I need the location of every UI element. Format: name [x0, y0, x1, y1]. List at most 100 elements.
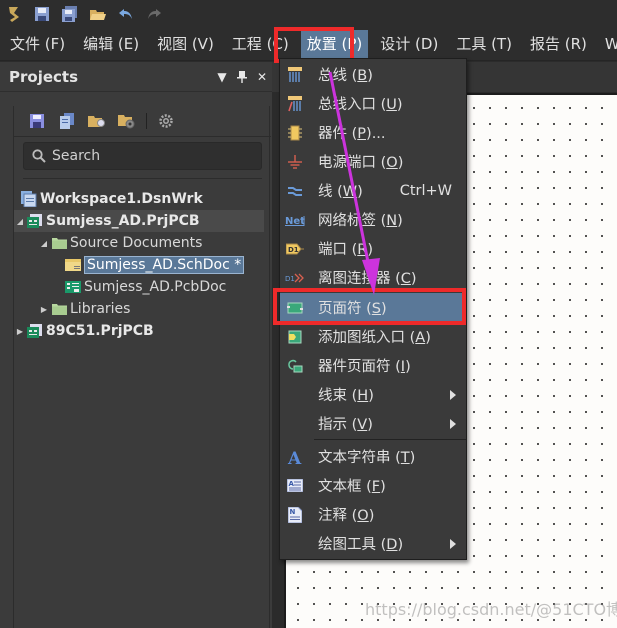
save-icon[interactable] — [22, 110, 52, 132]
tree-label: Workspace1.DsnWrk — [40, 191, 203, 207]
menu-item-text-frame[interactable]: A 文本框 (F) — [280, 471, 466, 500]
menu-item-power-port[interactable]: 电源端口 (O) — [280, 147, 466, 176]
menu-item-label: 离图连接器 (C) — [318, 271, 417, 287]
annotation-highlight-sheet-symbol — [273, 288, 466, 325]
menu-item-part[interactable]: 器件 (P)... — [280, 118, 466, 147]
open-folder-icon[interactable] — [84, 0, 112, 28]
menu-item-harness[interactable]: 线束 (H) — [280, 380, 466, 409]
save-all-icon[interactable] — [56, 0, 84, 28]
projects-panel: Projects ▼ ✕ Search Workspace1.DsnWrk ◢ … — [0, 62, 272, 628]
bus-icon — [280, 66, 310, 83]
menu-reports[interactable]: 报告 (R) — [524, 30, 593, 58]
tree-item-schdoc[interactable]: Sumjess_AD.SchDoc * — [64, 254, 245, 276]
svg-text:N: N — [290, 508, 296, 516]
undo-icon[interactable] — [112, 0, 140, 28]
schdoc-icon — [64, 257, 82, 273]
copy-docs-icon[interactable] — [52, 110, 82, 132]
menu-design[interactable]: 设计 (D) — [374, 30, 444, 58]
menu-tools[interactable]: 工具 (T) — [450, 30, 518, 58]
menu-item-label: 总线 (B) — [318, 68, 373, 84]
menu-item-text-string[interactable]: A 文本字符串 (T) — [280, 442, 466, 471]
search-divider — [23, 178, 262, 179]
svg-text:A: A — [289, 480, 295, 488]
net-label-icon: Net — [280, 214, 310, 226]
tree-item-project-sumjess[interactable]: ◢ Sumjess_AD.PrjPCB — [14, 210, 264, 232]
menu-item-label: 线 (W) — [318, 184, 363, 200]
menu-item-directives[interactable]: 指示 (V) — [280, 409, 466, 438]
search-placeholder: Search — [52, 148, 101, 164]
tree-item-pcbdoc[interactable]: Sumjess_AD.PcbDoc — [64, 276, 226, 298]
workspace-icon — [20, 191, 38, 207]
menu-item-bus[interactable]: 总线 (B) — [280, 60, 466, 89]
menu-item-drawing-tools[interactable]: 绘图工具 (D) — [280, 529, 466, 558]
bus-entry-icon — [280, 95, 310, 112]
folder-icon — [50, 301, 68, 317]
menu-item-label: 端口 (R) — [318, 242, 374, 258]
projects-panel-title: Projects — [9, 67, 79, 86]
search-folder-icon[interactable] — [82, 110, 112, 132]
close-icon[interactable]: ✕ — [252, 70, 272, 84]
menu-item-label: 指示 (V) — [318, 417, 373, 433]
menu-item-label: 线束 (H) — [318, 388, 374, 404]
tree-label: 89C51.PrjPCB — [46, 323, 154, 339]
menu-item-label: 器件页面符 (I) — [318, 359, 411, 375]
redo-icon[interactable] — [140, 0, 168, 28]
note-icon: N — [280, 506, 310, 523]
tree-item-source-documents[interactable]: ◢ Source Documents — [38, 232, 202, 254]
pin-icon[interactable] — [232, 70, 252, 83]
menu-item-label: 网络标签 (N) — [318, 213, 403, 229]
text-frame-icon: A — [280, 479, 310, 492]
tree-label: Sumjess_AD.PcbDoc — [84, 279, 227, 295]
save-icon[interactable] — [28, 0, 56, 28]
folder-settings-icon[interactable] — [112, 110, 142, 132]
gear-icon[interactable] — [151, 110, 181, 132]
svg-text:D1: D1 — [288, 246, 299, 254]
menu-item-port[interactable]: D1 端口 (R) — [280, 234, 466, 263]
menu-item-shortcut: Ctrl+W — [399, 182, 452, 199]
dropdown-icon[interactable]: ▼ — [212, 70, 232, 84]
svg-text:Net: Net — [285, 216, 305, 226]
collapsed-triangle-icon[interactable]: ▶ — [14, 327, 26, 336]
menu-item-bus-entry[interactable]: 总线入口 (U) — [280, 89, 466, 118]
menu-edit[interactable]: 编辑 (E) — [77, 30, 145, 58]
tree-item-libraries[interactable]: ▶ Libraries — [38, 298, 131, 320]
menu-item-label: 器件 (P)... — [318, 126, 386, 142]
projects-toolbar — [22, 106, 181, 136]
expanded-triangle-icon[interactable]: ◢ — [38, 239, 50, 248]
expanded-triangle-icon[interactable]: ◢ — [14, 217, 26, 226]
menu-window[interactable]: Window — [599, 30, 617, 58]
menu-view[interactable]: 视图 (V) — [151, 30, 220, 58]
menu-item-label: 电源端口 (O) — [318, 155, 404, 171]
menu-item-note[interactable]: N 注释 (O) — [280, 500, 466, 529]
part-icon — [280, 125, 310, 141]
panel-divider — [14, 136, 271, 137]
quick-access-toolbar — [0, 0, 617, 28]
collapsed-triangle-icon[interactable]: ▶ — [38, 305, 50, 314]
tree-item-workspace[interactable]: Workspace1.DsnWrk — [20, 188, 203, 210]
sheet-entry-icon — [280, 330, 310, 344]
menu-item-net-label[interactable]: Net 网络标签 (N) — [280, 205, 466, 234]
menu-file[interactable]: 文件 (F) — [4, 30, 71, 58]
tree-label: Sumjess_AD.SchDoc * — [84, 256, 245, 274]
submenu-arrow-icon — [450, 538, 456, 549]
text-string-icon: A — [280, 449, 310, 465]
menu-item-label: 文本框 (F) — [318, 479, 386, 495]
projects-panel-body: Search Workspace1.DsnWrk ◢ Sumjess_AD.Pr… — [13, 106, 271, 628]
menu-item-label: 注释 (O) — [318, 508, 375, 524]
app-logo-icon — [0, 0, 28, 28]
tree-item-project-89c51[interactable]: ▶ 89C51.PrjPCB — [14, 320, 154, 342]
folder-icon — [50, 235, 68, 251]
device-sheet-symbol-icon — [280, 359, 310, 373]
pcb-project-icon — [26, 213, 44, 229]
menu-item-sheet-entry[interactable]: 添加图纸入口 (A) — [280, 322, 466, 351]
projects-panel-header: Projects ▼ ✕ — [0, 62, 272, 92]
power-port-icon — [280, 154, 310, 170]
menu-item-label: 添加图纸入口 (A) — [318, 330, 431, 346]
pcbdoc-icon — [64, 279, 82, 295]
svg-text:A: A — [287, 449, 302, 465]
menu-item-label: 文本字符串 (T) — [318, 450, 416, 466]
menu-item-wire[interactable]: 线 (W) Ctrl+W — [280, 176, 466, 205]
tree-label: Libraries — [70, 301, 131, 317]
search-input[interactable]: Search — [23, 142, 262, 170]
menu-item-device-sheet-symbol[interactable]: 器件页面符 (I) — [280, 351, 466, 380]
